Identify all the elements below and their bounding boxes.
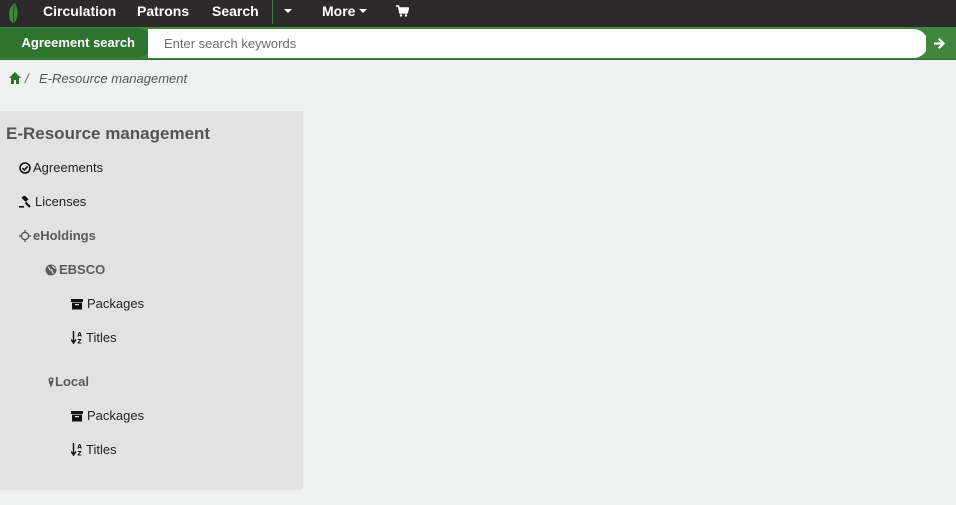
koha-logo-icon[interactable] [6,2,22,24]
svg-text:A: A [77,444,82,451]
nav-more-label: More [322,3,356,19]
sort-alpha-down-icon: A Z [71,331,82,346]
globe-icon [45,264,57,276]
sidebar-item-label: Packages [87,408,145,423]
sidebar-item-label: Local [55,374,89,389]
sort-alpha-down-icon: A Z [71,443,82,458]
sidebar-item-ebsco-titles[interactable]: A Z Titles [71,330,191,348]
sidebar-item-local-packages[interactable]: Packages [71,408,191,426]
sidebar-item-ebsco[interactable]: EBSCO [45,262,165,280]
nav-more[interactable]: More [322,0,368,24]
header-search-bar: Agreement search [0,27,956,60]
arrow-right-icon [934,38,946,49]
crosshairs-icon [19,230,31,242]
breadcrumb-current: E-Resource management [39,71,188,86]
sidebar-title: E-Resource management [6,124,211,143]
sidebar-item-label: Agreements [33,160,104,175]
sidebar-item-label: EBSCO [59,262,106,277]
sidebar-item-label: Packages [87,296,145,311]
sidebar-item-local-titles[interactable]: A Z Titles [71,442,191,460]
sidebar-item-licenses[interactable]: Licenses [19,194,139,212]
breadcrumb-separator: / [25,71,29,86]
sidebar-item-label: Licenses [35,194,87,209]
caret-down-icon [359,9,368,14]
cart-icon[interactable] [396,5,409,17]
nav-circulation[interactable]: Circulation [43,0,116,24]
home-icon[interactable] [8,71,22,85]
sidebar-item-eholdings[interactable]: eHoldings [19,228,139,246]
sidebar-item-label: Titles [86,330,117,345]
gavel-icon [19,196,31,208]
nav-divider [272,0,273,24]
caret-down-icon [284,9,292,14]
archive-icon [71,411,83,422]
top-navbar: Circulation Patrons Search More [0,0,956,27]
sidebar-item-label: eHoldings [33,228,96,243]
search-type-label[interactable]: Agreement search [0,28,152,58]
sidebar-item-agreements[interactable]: Agreements [19,160,139,178]
archive-icon [71,299,83,310]
svg-text:Z: Z [77,339,82,346]
check-circle-icon [19,162,31,174]
svg-text:Z: Z [77,451,82,458]
search-dropdown-toggle[interactable] [280,0,292,24]
nav-patrons[interactable]: Patrons [137,0,189,24]
sidebar-item-label: Titles [86,442,117,457]
sidebar: E-Resource management Agreements License… [0,111,303,490]
nav-search[interactable]: Search [212,0,259,24]
search-submit-button[interactable] [926,28,956,59]
sidebar-item-ebsco-packages[interactable]: Packages [71,296,191,314]
search-input[interactable] [148,29,928,58]
svg-text:A: A [77,332,82,339]
sidebar-item-local[interactable]: Local [45,374,165,392]
